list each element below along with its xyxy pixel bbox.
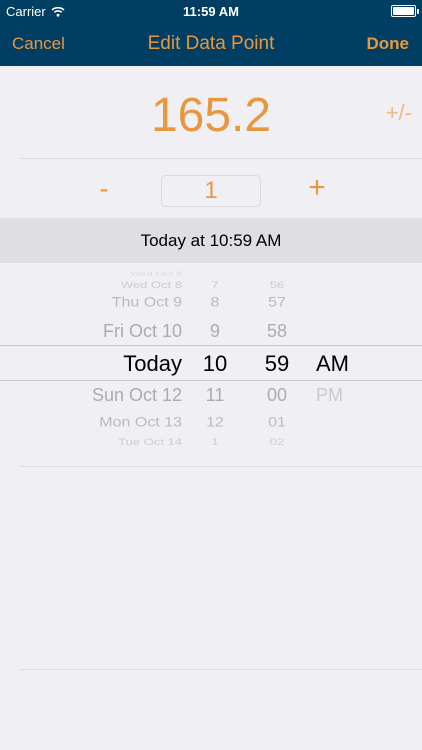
picker-minute-option[interactable]: 58 bbox=[257, 321, 297, 341]
battery-icon bbox=[391, 5, 419, 17]
value-display[interactable]: 165.2 bbox=[0, 88, 422, 143]
cancel-button[interactable]: Cancel bbox=[12, 34, 65, 54]
picker-selection-bottom-line bbox=[0, 380, 422, 381]
picker-minute-option[interactable]: 57 bbox=[257, 294, 297, 312]
picker-hour-option[interactable]: 8 bbox=[195, 294, 235, 312]
picker-ampm-option[interactable]: PM bbox=[316, 385, 356, 405]
divider bbox=[20, 669, 422, 670]
picker-hour-option[interactable]: 1 bbox=[195, 435, 235, 449]
step-size-field[interactable]: 1 bbox=[161, 175, 261, 207]
picker-hour-selected[interactable]: 10 bbox=[195, 351, 235, 377]
date-time-picker[interactable]: Wed Oct 8 Wed Oct 8 Thu Oct 9 Fri Oct 10… bbox=[0, 263, 422, 466]
picker-minute-option[interactable]: 02 bbox=[257, 435, 297, 449]
navigation-bar: Cancel Edit Data Point Done bbox=[0, 22, 422, 66]
sign-toggle-button[interactable]: +/- bbox=[386, 100, 412, 126]
decrement-button[interactable]: - bbox=[92, 173, 116, 205]
picker-date-option[interactable]: Mon Oct 13 bbox=[99, 414, 182, 432]
divider bbox=[20, 466, 422, 467]
stepper-row: - 1 + bbox=[0, 159, 422, 217]
picker-date-selected[interactable]: Today bbox=[123, 351, 182, 377]
picker-hour-option[interactable]: 9 bbox=[195, 321, 235, 341]
picker-minute-option[interactable]: 00 bbox=[257, 385, 297, 405]
picker-minute-option[interactable]: 56 bbox=[257, 278, 297, 292]
picker-ampm-selected[interactable]: AM bbox=[316, 351, 356, 377]
increment-button[interactable]: + bbox=[302, 171, 332, 205]
picker-date-option[interactable]: Fri Oct 10 bbox=[103, 321, 182, 341]
date-summary-label[interactable]: Today at 10:59 AM bbox=[0, 218, 422, 263]
picker-date-option[interactable]: Tue Oct 14 bbox=[118, 435, 182, 449]
done-button[interactable]: Done bbox=[367, 34, 410, 54]
picker-date-option[interactable]: Sun Oct 12 bbox=[92, 385, 182, 405]
picker-date-option[interactable]: Wed Oct 8 bbox=[121, 278, 182, 292]
value-display-row: 165.2 +/- bbox=[0, 66, 422, 158]
status-bar: Carrier 11:59 AM bbox=[0, 0, 422, 22]
picker-hour-option[interactable]: 7 bbox=[195, 278, 235, 292]
picker-hour-option[interactable]: 11 bbox=[195, 385, 235, 405]
status-time: 11:59 AM bbox=[183, 4, 239, 19]
picker-minute-option[interactable]: 01 bbox=[257, 414, 297, 432]
picker-hour-option[interactable]: 12 bbox=[195, 414, 235, 432]
picker-minute-selected[interactable]: 59 bbox=[257, 351, 297, 377]
picker-selection-top-line bbox=[0, 345, 422, 346]
picker-date-option[interactable]: Thu Oct 9 bbox=[112, 294, 182, 312]
